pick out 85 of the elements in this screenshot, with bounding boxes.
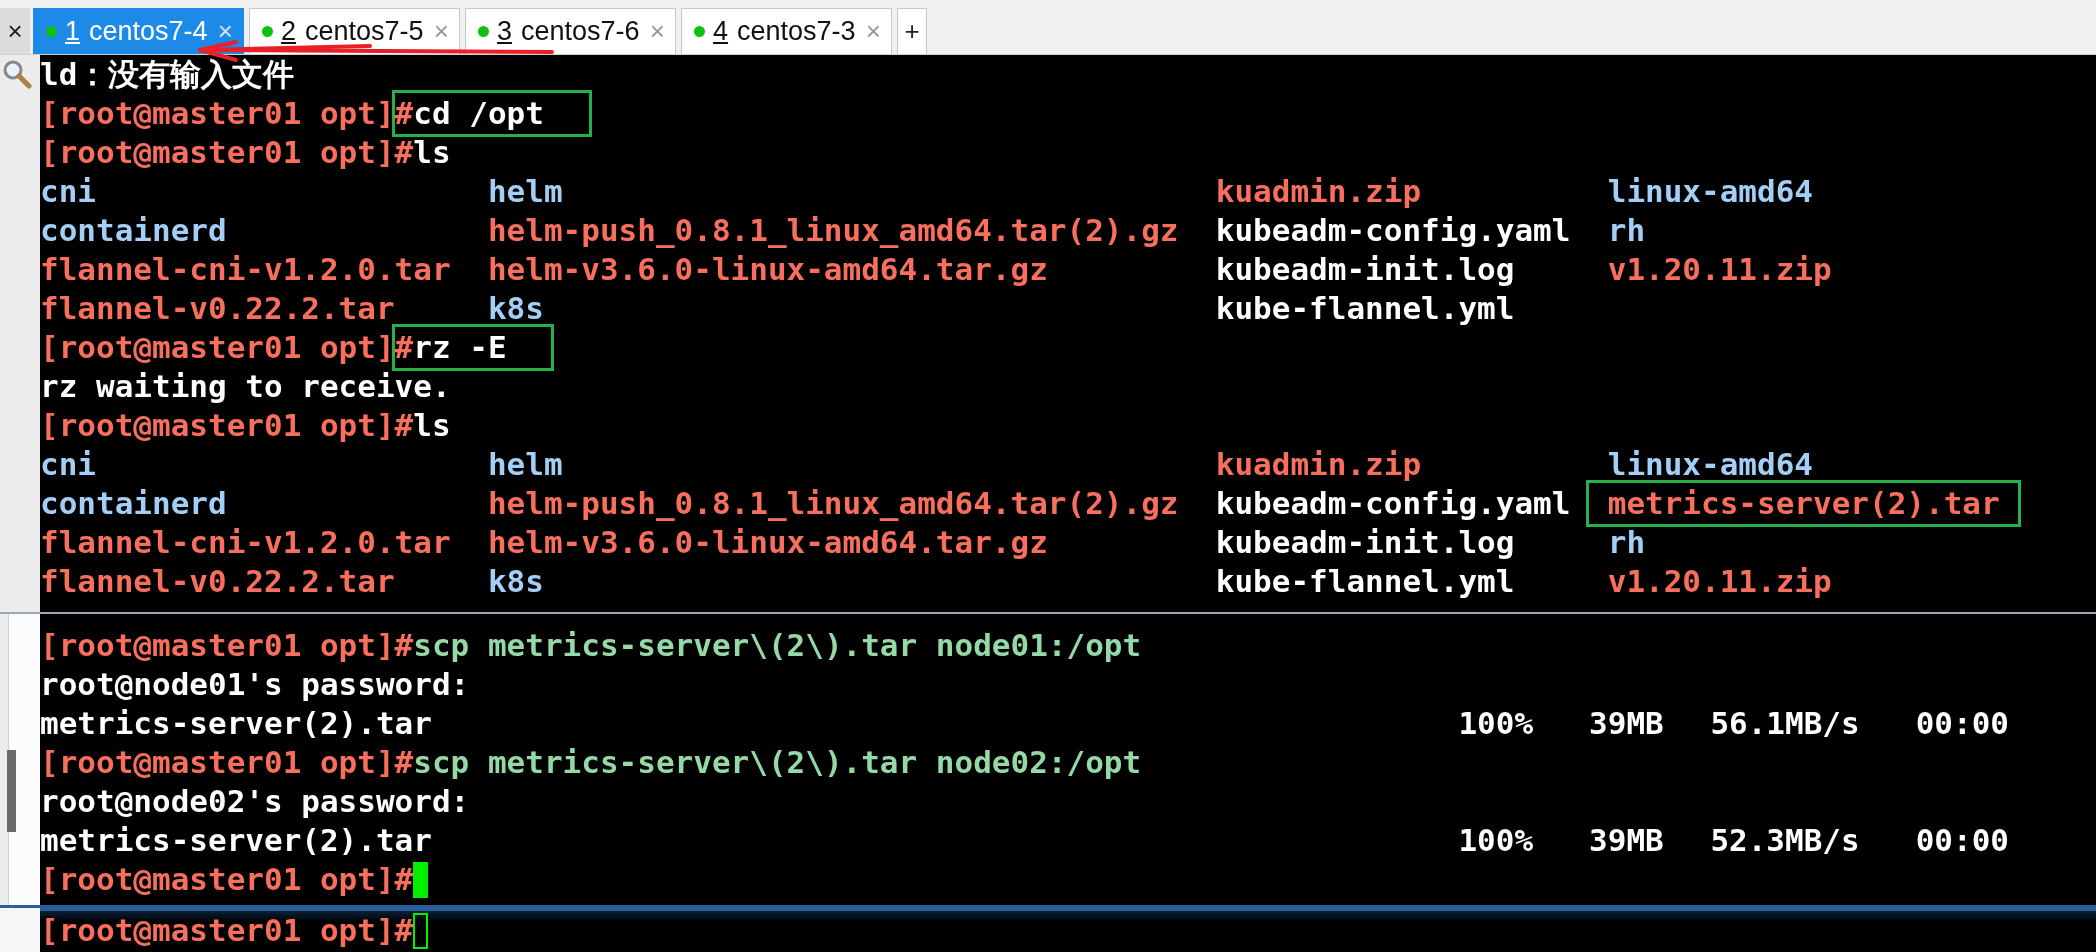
status-dot xyxy=(46,26,57,37)
file-name: metrics-server(2).tar xyxy=(1607,485,2000,521)
file-name: kube-flannel.yml xyxy=(1215,563,1515,599)
transfer-time: 00:00 xyxy=(1915,705,2009,741)
shell-prompt: [root@master01 opt] xyxy=(40,911,395,950)
file-name: kubeadm-config.yaml xyxy=(1215,485,1571,521)
prompt-sign: # xyxy=(394,133,414,172)
directory-name: cni xyxy=(40,173,96,209)
directory-name: helm xyxy=(487,446,563,482)
command-text: rz -E xyxy=(413,329,507,365)
shell-prompt: [root@master01 opt] xyxy=(40,328,395,367)
transfer-rate: 56.1MB/s xyxy=(1710,705,1860,741)
shell-prompt: [root@master01 opt] xyxy=(40,626,395,665)
file-name: helm-v3.6.0-linux-amd64.tar.gz xyxy=(487,524,1048,560)
prompt-sign: # xyxy=(394,406,414,445)
tab-number: 2 xyxy=(281,16,297,47)
status-dot xyxy=(478,26,489,37)
tab-number: 1 xyxy=(65,16,81,47)
file-name: kubeadm-init.log xyxy=(1215,251,1515,287)
output-text: ld：没有输入文件 xyxy=(40,55,295,94)
file-name: kube-flannel.yml xyxy=(1215,290,1515,326)
status-dot xyxy=(694,26,705,37)
directory-name: linux-amd64 xyxy=(1607,446,1814,482)
transfer-rate: 52.3MB/s xyxy=(1710,822,1860,858)
tab-label: centos7-4 xyxy=(89,16,209,47)
prompt-sign: # xyxy=(394,860,414,899)
shell-prompt: [root@master01 opt] xyxy=(40,133,395,172)
file-name: flannel-v0.22.2.tar xyxy=(40,290,395,326)
shell-prompt: [root@master01 opt] xyxy=(40,743,395,782)
transfer-percent: 100% xyxy=(1458,705,1534,741)
shell-prompt: [root@master01 opt] xyxy=(40,406,395,445)
tab-label: centos7-3 xyxy=(737,16,857,47)
directory-name: k8s xyxy=(487,290,544,326)
shell-prompt: [root@master01 opt] xyxy=(40,860,395,899)
file-name: flannel-cni-v1.2.0.tar xyxy=(40,251,451,287)
file-name: helm-push_0.8.1_linux_amd64.tar(2).gz xyxy=(487,212,1179,248)
scroll-thumb[interactable] xyxy=(7,750,16,832)
transfer-percent: 100% xyxy=(1458,822,1534,858)
file-name: flannel-cni-v1.2.0.tar xyxy=(40,524,451,560)
prompt-sign: # xyxy=(394,626,414,665)
output-text: root@node02's password: xyxy=(40,782,470,821)
directory-name: rh xyxy=(1607,524,1646,560)
prompt-sign: # xyxy=(394,743,414,782)
search-icon[interactable] xyxy=(2,59,32,89)
terminal-tab[interactable]: 4 centos7-3 × xyxy=(681,8,892,54)
terminal-tab[interactable]: 1 centos7-4 × xyxy=(33,8,244,54)
directory-name: cni xyxy=(40,446,96,482)
file-name: v1.20.11.zip xyxy=(1607,563,1832,599)
file-name: kubeadm-config.yaml xyxy=(1215,212,1571,248)
tab-number: 3 xyxy=(497,16,513,47)
shell-prompt: [root@master01 opt] xyxy=(40,94,395,133)
directory-name: helm xyxy=(487,173,563,209)
file-name: kuadmin.zip xyxy=(1215,446,1422,482)
output-text: root@node01's password: xyxy=(40,665,470,704)
directory-name: rh xyxy=(1607,212,1646,248)
transfer-size: 39MB xyxy=(1589,822,1664,858)
tab-number: 4 xyxy=(713,16,729,47)
directory-name: k8s xyxy=(487,563,544,599)
file-name: kuadmin.zip xyxy=(1215,173,1422,209)
output-text: rz waiting to receive. xyxy=(40,367,451,406)
command-text: ls xyxy=(413,133,451,172)
tab-label: centos7-6 xyxy=(521,16,641,47)
file-name: flannel-v0.22.2.tar xyxy=(40,563,395,599)
close-button[interactable]: × xyxy=(0,8,30,54)
transfer-time: 00:00 xyxy=(1915,822,2009,858)
new-tab-button[interactable]: + xyxy=(897,8,927,54)
sidebar-background xyxy=(0,908,40,952)
transfer-filename: metrics-server(2).tar xyxy=(40,822,432,858)
directory-name: linux-amd64 xyxy=(1607,173,1814,209)
transfer-filename: metrics-server(2).tar xyxy=(40,705,432,741)
tab-label: centos7-5 xyxy=(305,16,425,47)
file-name: helm-push_0.8.1_linux_amd64.tar(2).gz xyxy=(487,485,1179,521)
file-name: kubeadm-init.log xyxy=(1215,524,1515,560)
directory-name: containerd xyxy=(40,485,227,521)
command-text: cd /opt xyxy=(413,95,544,131)
file-name: v1.20.11.zip xyxy=(1607,251,1832,287)
command-text: ls xyxy=(413,406,451,445)
file-name: helm-v3.6.0-linux-amd64.tar.gz xyxy=(487,251,1048,287)
terminal-tab[interactable]: 3 centos7-6 × xyxy=(465,8,676,54)
command-text: scp metrics-server\(2\).tar node01:/opt xyxy=(413,626,1142,665)
command-text: scp metrics-server\(2\).tar node02:/opt xyxy=(413,743,1142,782)
prompt-sign: # xyxy=(394,911,414,950)
directory-name: containerd xyxy=(40,212,227,248)
status-dot xyxy=(262,26,273,37)
transfer-size: 39MB xyxy=(1589,705,1664,741)
